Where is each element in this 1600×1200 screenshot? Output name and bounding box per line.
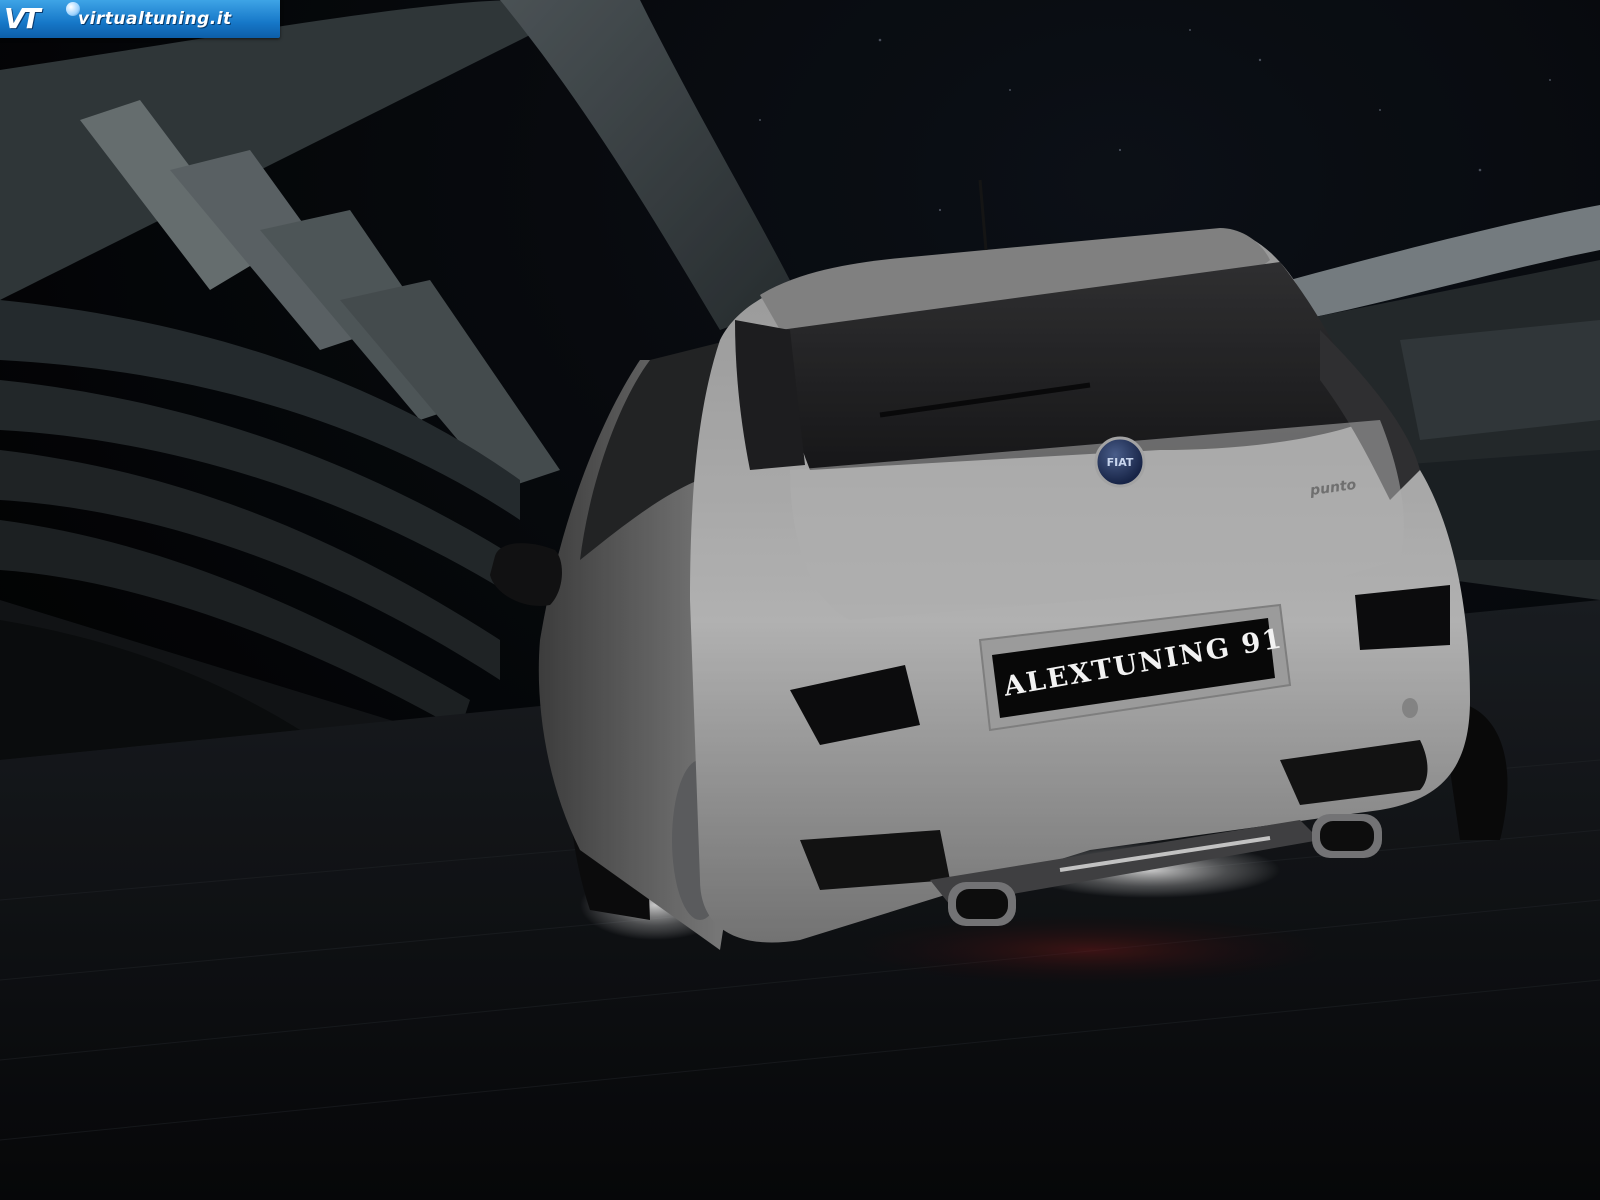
vt-logo-mark: VT <box>4 2 41 35</box>
watermark-text: virtualtuning.it <box>78 9 232 29</box>
vignette <box>0 0 1600 1200</box>
fiat-emblem-label: FIAT <box>1106 456 1134 469</box>
scene-illustration <box>0 0 1600 1200</box>
virtualtuning-watermark[interactable]: VT virtualtuning.it <box>0 0 280 38</box>
